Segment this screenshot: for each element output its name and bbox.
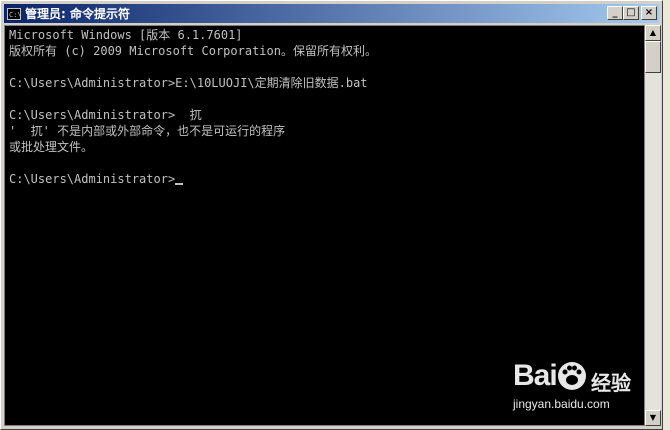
console-prompt: C:\Users\Administrator>	[9, 172, 176, 186]
cmd-app-icon[interactable]: C:\	[7, 7, 22, 20]
console-line: 或批处理文件。	[9, 140, 94, 154]
watermark-cn: 经验	[591, 371, 631, 395]
scrollbar-thumb[interactable]	[645, 41, 661, 73]
watermark-brand: Bai	[513, 359, 558, 392]
watermark-url: jingyan.baidu.com	[513, 397, 610, 411]
paw-icon	[558, 362, 586, 390]
maximize-button[interactable]: □	[623, 6, 639, 20]
console-prompt-line[interactable]: C:\Users\Administrator>	[9, 171, 184, 187]
console-line: C:\Users\Administrator>E:\10LUOJI\定期清除旧数…	[9, 76, 368, 90]
console-line: ' 扤' 不是内部或外部命令，也不是可运行的程序	[9, 124, 286, 138]
vertical-scrollbar[interactable]: ▲ ▼	[645, 25, 661, 426]
minimize-button[interactable]: _	[607, 6, 623, 20]
scroll-down-arrow-icon[interactable]: ▼	[645, 410, 661, 426]
cmd-window: C:\ 管理员: 命令提示符 _ □ × Microsoft Windows […	[0, 0, 663, 430]
console-line: C:\Users\Administrator> 扤	[9, 108, 202, 122]
desktop-edge	[663, 0, 670, 430]
title-bar[interactable]: C:\ 管理员: 命令提示符 _ □ ×	[4, 4, 659, 23]
scroll-up-arrow-icon[interactable]: ▲	[645, 25, 661, 41]
console-line: Microsoft Windows [版本 6.1.7601]	[9, 28, 243, 42]
close-button[interactable]: ×	[641, 6, 657, 20]
baidu-watermark: Bai 经验 jingyan.baidu.com	[513, 357, 643, 413]
window-title: 管理员: 命令提示符	[25, 7, 130, 21]
text-cursor	[175, 183, 184, 185]
window-controls: _ □ ×	[607, 6, 657, 20]
console-line: 版权所有 (c) 2009 Microsoft Corporation。保留所有…	[9, 44, 377, 58]
